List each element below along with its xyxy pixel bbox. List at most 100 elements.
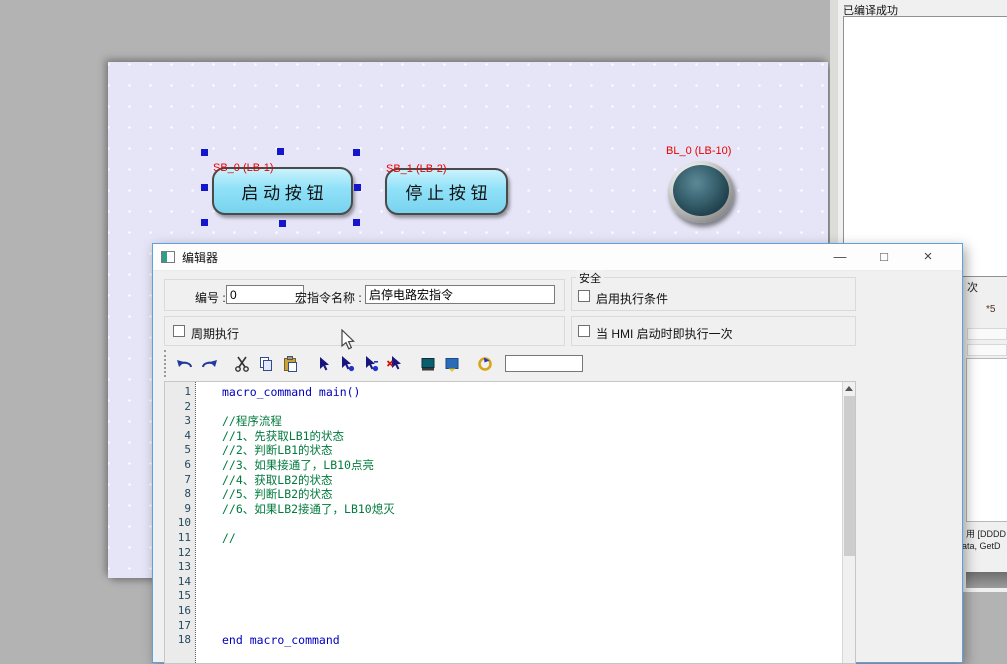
selection-handle[interactable] — [354, 184, 361, 191]
code-line[interactable]: //2、判断LB1的状态 — [222, 443, 841, 458]
bookmark-add-icon — [338, 355, 356, 373]
redo-icon — [200, 355, 218, 373]
cut-button[interactable] — [230, 354, 254, 374]
line-numbers: 123456789101112131415161718 — [165, 382, 196, 663]
background-window-bottom-bar — [966, 572, 1007, 588]
code-line[interactable]: //1、先获取LB1的状态 — [222, 429, 841, 444]
close-button[interactable]: × — [906, 244, 950, 270]
code-line[interactable]: //3、如果接通了，LB10点亮 — [222, 458, 841, 473]
number-input[interactable] — [226, 285, 304, 304]
enable-condition-checkbox[interactable] — [578, 290, 590, 302]
page: { "colors": { "desktop_gray": "#b3b3b3",… — [0, 0, 1007, 649]
find-icon — [476, 355, 494, 373]
bookmark-clear-button[interactable] — [383, 354, 407, 374]
mouse-cursor — [341, 329, 355, 350]
undo-icon — [176, 355, 194, 373]
line-number: 10 — [165, 516, 195, 531]
line-number: 13 — [165, 560, 195, 575]
lamp-id-label: BL_0 (LB-10) — [666, 145, 731, 157]
periodic-checkbox[interactable] — [173, 325, 185, 337]
code-line[interactable] — [222, 589, 841, 604]
line-number: 7 — [165, 473, 195, 488]
line-number: 18 — [165, 633, 195, 648]
selection-handle[interactable] — [201, 149, 208, 156]
transfer-button[interactable] — [440, 354, 464, 374]
minimize-button[interactable]: — — [818, 244, 862, 270]
number-label: 编号 : — [195, 289, 226, 306]
partial-text-times: 次 — [967, 279, 978, 295]
periodic-label: 周期执行 — [191, 325, 239, 342]
line-number: 12 — [165, 546, 195, 561]
redo-button[interactable] — [197, 354, 221, 374]
line-number: 17 — [165, 619, 195, 634]
dialog-titlebar[interactable]: 编辑器 — □ × — [153, 244, 962, 271]
selection-handle[interactable] — [279, 220, 286, 227]
breakpoint-pointer-button[interactable] — [311, 354, 335, 374]
compile-button[interactable] — [416, 354, 440, 374]
scrollbar-thumb[interactable] — [844, 396, 855, 556]
editor-window-icon — [161, 251, 175, 263]
line-number: 8 — [165, 487, 195, 502]
find-input[interactable] — [505, 355, 583, 372]
selection-handle[interactable] — [353, 149, 360, 156]
scroll-up-button[interactable] — [843, 382, 855, 395]
bookmark-add-button[interactable] — [335, 354, 359, 374]
bookmark-next-icon — [362, 355, 380, 373]
stop-button-widget[interactable]: 停 止 按 钮 — [385, 168, 508, 215]
arrow-up-icon — [845, 386, 853, 391]
enable-condition-label: 启用执行条件 — [596, 290, 668, 307]
code-line[interactable]: macro_command main() — [222, 385, 841, 400]
start-button-widget[interactable]: 启 动 按 钮 — [212, 167, 353, 215]
code-line[interactable]: end macro_command — [222, 633, 841, 648]
startup-run-checkbox[interactable] — [578, 325, 590, 337]
code-line[interactable] — [222, 400, 841, 415]
paste-icon — [281, 355, 299, 373]
maximize-button[interactable]: □ — [862, 244, 906, 270]
code-line[interactable] — [222, 560, 841, 575]
macro-name-input[interactable] — [365, 285, 555, 304]
bookmark-clear-icon — [386, 355, 404, 373]
vertical-scrollbar[interactable] — [842, 382, 855, 663]
code-line[interactable] — [222, 619, 841, 634]
line-number: 4 — [165, 429, 195, 444]
partial-groupbox — [967, 328, 1007, 340]
cut-icon — [233, 355, 251, 373]
selection-handle[interactable] — [277, 148, 284, 155]
code-line[interactable] — [222, 604, 841, 619]
indicator-lamp-widget[interactable] — [668, 161, 734, 223]
code-line[interactable] — [222, 516, 841, 531]
macro-id-group: 编号 : 宏指令名称 : — [164, 279, 565, 311]
selection-handle[interactable] — [201, 184, 208, 191]
code-line[interactable]: // — [222, 531, 841, 546]
undo-button[interactable] — [173, 354, 197, 374]
line-number: 9 — [165, 502, 195, 517]
partial-text-star5: *5 — [986, 304, 995, 315]
copy-button[interactable] — [254, 354, 278, 374]
code-line[interactable] — [222, 546, 841, 561]
partial-text-usage-1: 用 [DDDD — [966, 527, 1006, 540]
partial-groupbox — [967, 344, 1007, 356]
selection-handle[interactable] — [353, 219, 360, 226]
code-line[interactable]: //程序流程 — [222, 414, 841, 429]
line-number: 1 — [165, 385, 195, 400]
line-number: 11 — [165, 531, 195, 546]
line-number: 15 — [165, 589, 195, 604]
paste-button[interactable] — [278, 354, 302, 374]
code-line[interactable] — [222, 575, 841, 590]
find-button[interactable] — [473, 354, 497, 374]
security-group: 安全 启用执行条件 — [571, 277, 856, 311]
code-lines[interactable]: macro_command main()//程序流程//1、先获取LB1的状态/… — [196, 382, 855, 663]
breakpoint-pointer-icon — [314, 355, 332, 373]
bookmark-next-button[interactable] — [359, 354, 383, 374]
line-number: 2 — [165, 400, 195, 415]
line-number: 6 — [165, 458, 195, 473]
editor-dialog: 编辑器 — □ × 编号 : 宏指令名称 : 安全 启用执行条件 周期执行 当 … — [152, 243, 963, 663]
selection-handle[interactable] — [201, 219, 208, 226]
code-line[interactable]: //5、判断LB2的状态 — [222, 487, 841, 502]
code-line[interactable]: //4、获取LB2的状态 — [222, 473, 841, 488]
editor-toolbar — [164, 350, 856, 377]
code-editor[interactable]: 123456789101112131415161718 macro_comman… — [164, 381, 856, 664]
startup-run-label: 当 HMI 启动时即执行一次 — [596, 325, 733, 342]
line-number: 5 — [165, 443, 195, 458]
code-line[interactable]: //6、如果LB2接通了，LB10熄灭 — [222, 502, 841, 517]
